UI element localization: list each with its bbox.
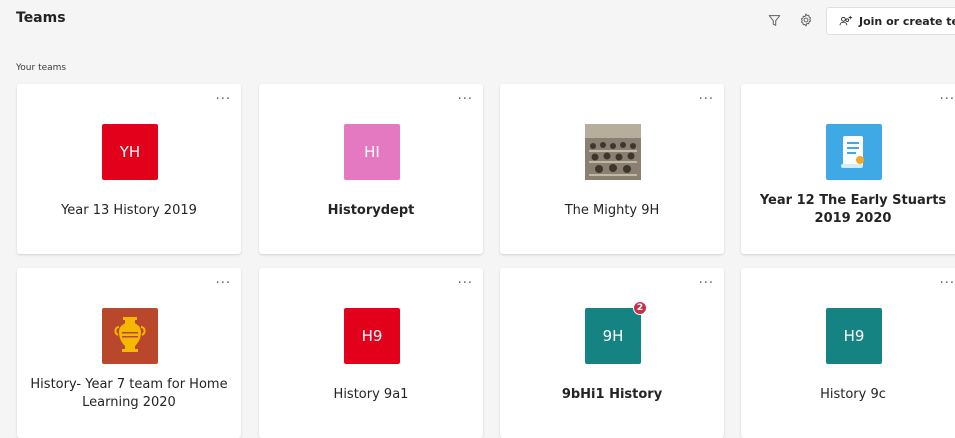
team-avatar: YH <box>102 124 158 180</box>
more-options-icon[interactable]: ... <box>458 273 473 286</box>
team-card[interactable]: ... The Mighty 9H <box>500 84 724 254</box>
team-card[interactable]: ... YH Year 13 History 2019 <box>17 84 241 254</box>
notification-badge: 2 <box>633 301 647 315</box>
filter-icon[interactable] <box>766 12 782 28</box>
more-options-icon[interactable]: ... <box>940 89 955 102</box>
team-card[interactable]: ... 9H 2 9bHi1 History <box>500 268 724 438</box>
avatar-initials: 9H <box>602 327 624 345</box>
teams-header: Teams Join or create team <box>0 0 955 40</box>
team-name: History 9a1 <box>333 387 409 402</box>
section-label-your-teams: Your teams <box>16 63 67 73</box>
classroom-photo-icon <box>585 124 641 180</box>
team-name: History- Year 7 team for Home Learning 2… <box>30 377 228 410</box>
more-options-icon[interactable]: ... <box>940 273 955 286</box>
more-options-icon[interactable]: ... <box>699 273 714 286</box>
join-button-label: Join or create team <box>859 14 955 28</box>
more-options-icon[interactable]: ... <box>458 89 473 102</box>
gear-icon[interactable] <box>798 12 814 28</box>
team-name: 9bHi1 History <box>561 387 663 402</box>
more-options-icon[interactable]: ... <box>699 89 714 102</box>
team-avatar: H9 <box>344 308 400 364</box>
team-avatar: H9 <box>826 308 882 364</box>
team-name: Year 13 History 2019 <box>61 203 197 218</box>
team-card[interactable]: ... HI Historydept <box>259 84 483 254</box>
amphora-icon <box>102 308 158 364</box>
document-icon <box>826 124 882 180</box>
team-card[interactable]: ... H9 History 9c <box>741 268 955 438</box>
team-avatar: 9H 2 <box>585 301 647 364</box>
avatar-initials: H9 <box>843 327 865 345</box>
team-card[interactable]: ... H9 History 9a1 <box>259 268 483 438</box>
page-title: Teams <box>16 10 66 26</box>
avatar-initials: HI <box>364 143 380 161</box>
more-options-icon[interactable]: ... <box>216 89 231 102</box>
avatar-initials: YH <box>119 143 141 161</box>
more-options-icon[interactable]: ... <box>216 273 231 286</box>
add-team-icon <box>839 15 853 27</box>
team-avatar: HI <box>344 124 400 180</box>
team-name: History 9c <box>820 387 886 402</box>
avatar-initials: H9 <box>361 327 383 345</box>
team-card[interactable]: ... Year 12 The Early Stuarts 2019 2020 <box>741 84 955 254</box>
team-name: The Mighty 9H <box>564 203 660 218</box>
team-name: Historydept <box>327 203 415 218</box>
team-name: Year 12 The Early Stuarts 2019 2020 <box>759 193 947 226</box>
join-or-create-team-button[interactable]: Join or create team <box>826 7 955 35</box>
team-card[interactable]: ... History- Year 7 team for Home Learni… <box>17 268 241 438</box>
